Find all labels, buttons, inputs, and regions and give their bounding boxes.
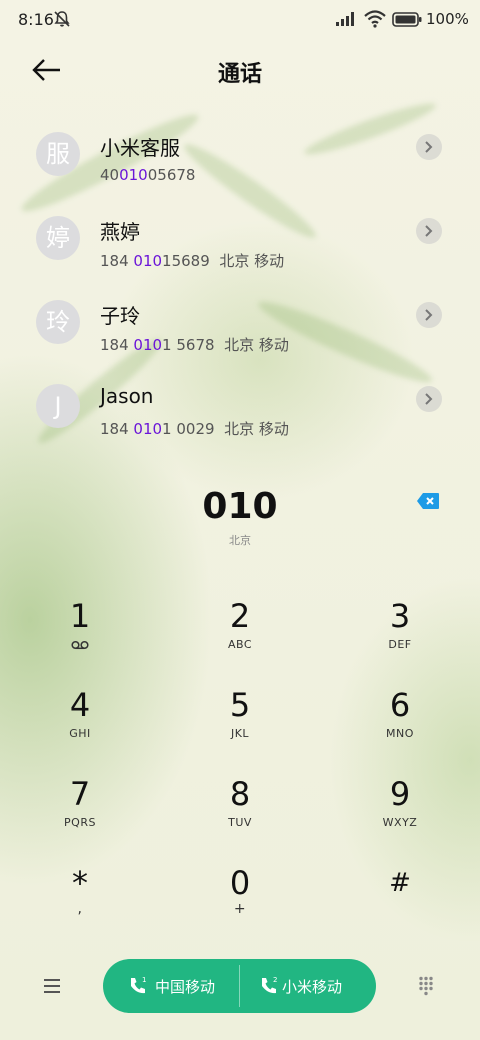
contact-item[interactable]: 服 小米客服 4001005678 <box>0 120 480 204</box>
key-digit: 7 <box>69 775 91 813</box>
contact-number: 184 0101 0029 北京 移动 <box>100 420 289 438</box>
contact-number: 184 0101 5678 北京 移动 <box>100 336 289 354</box>
number-region: 北京 <box>229 534 251 547</box>
contact-name: 小米客服 <box>100 136 180 160</box>
contact-item[interactable]: 婷 燕婷 184 01015689 北京 移动 <box>0 204 480 288</box>
contact-name: 燕婷 <box>100 220 140 244</box>
match-highlight: 010 <box>133 252 163 270</box>
contact-suggestions-list: 服 小米客服 4001005678 婷 燕婷 184 01015689 北京 移… <box>0 100 480 464</box>
dial-key-hash[interactable]: # <box>320 865 480 953</box>
call-sim1-button[interactable]: 1 中国移动 <box>103 959 239 1013</box>
contact-detail-button[interactable] <box>416 218 442 244</box>
key-letters: + <box>233 901 247 917</box>
key-letters: JKL <box>230 727 250 740</box>
call-button-group: 1 中国移动 2 小米移动 <box>103 959 376 1013</box>
key-digit: 2 <box>229 597 251 635</box>
match-highlight: 010 <box>133 420 163 438</box>
dial-key-star[interactable]: *, <box>0 865 160 953</box>
key-letters: ABC <box>227 638 253 651</box>
key-letters: MNO <box>386 727 414 740</box>
contact-detail-button[interactable] <box>416 302 442 328</box>
wifi-icon <box>364 10 386 28</box>
chevron-right-icon <box>425 393 433 405</box>
key-digit: 9 <box>389 775 411 813</box>
voicemail-icon <box>71 640 89 650</box>
key-letters: PQRS <box>64 816 96 829</box>
chevron-right-icon <box>425 225 433 237</box>
dial-key-2[interactable]: 2 ABC <box>160 598 320 686</box>
dial-key-4[interactable]: 4 GHI <box>0 687 160 775</box>
contact-location: 北京 移动 <box>224 420 289 438</box>
dial-key-3[interactable]: 3 DEF <box>320 598 480 686</box>
key-digit: 1 <box>69 597 91 635</box>
key-digit: # <box>389 868 411 898</box>
keypad-toggle-icon[interactable] <box>418 976 438 996</box>
bell-muted-icon <box>54 11 70 27</box>
contact-number: 184 01015689 北京 移动 <box>100 252 285 270</box>
signal-icon <box>336 12 354 26</box>
contact-item[interactable]: 玲 子玲 184 0101 5678 北京 移动 <box>0 288 480 372</box>
key-letters: , <box>77 901 83 917</box>
key-letters: TUV <box>228 816 252 829</box>
menu-icon[interactable] <box>42 976 62 996</box>
contact-number: 4001005678 <box>100 166 196 184</box>
key-digit: 5 <box>229 686 251 724</box>
dial-key-8[interactable]: 8 TUV <box>160 776 320 864</box>
contact-detail-button[interactable] <box>416 134 442 160</box>
contact-item[interactable]: J Jason 184 0101 0029 北京 移动 <box>0 372 480 456</box>
key-digit: * <box>72 864 88 902</box>
contact-location: 北京 移动 <box>224 336 289 354</box>
key-digit: 0 <box>229 864 251 902</box>
avatar: 服 <box>36 132 80 176</box>
key-digit: 3 <box>389 597 411 635</box>
call-sim2-button[interactable]: 2 小米移动 <box>240 959 376 1013</box>
avatar: 婷 <box>36 216 80 260</box>
chevron-right-icon <box>425 141 433 153</box>
phone-sim2-icon: 2 <box>262 976 277 994</box>
dial-key-0[interactable]: 0 + <box>160 865 320 953</box>
key-letters: WXYZ <box>382 816 418 829</box>
key-letters: GHI <box>69 727 91 740</box>
chevron-right-icon <box>425 309 433 321</box>
status-bar: 8:16 100% <box>0 0 480 40</box>
svg-text:2: 2 <box>273 976 277 984</box>
dial-key-6[interactable]: 6 MNO <box>320 687 480 775</box>
dial-key-7[interactable]: 7 PQRS <box>0 776 160 864</box>
battery-icon <box>392 12 422 27</box>
carrier-label: 小米移动 <box>282 978 343 996</box>
contact-location: 北京 移动 <box>219 252 285 270</box>
match-highlight: 010 <box>133 336 163 354</box>
dial-key-1[interactable]: 1 <box>0 598 160 686</box>
carrier-label: 中国移动 <box>155 978 216 996</box>
contact-name: Jason <box>100 384 154 408</box>
battery-percent: 100% <box>426 10 469 28</box>
avatar: 玲 <box>36 300 80 344</box>
backspace-icon[interactable] <box>416 492 440 510</box>
contact-name: 子玲 <box>100 304 140 328</box>
key-letters: DEF <box>388 638 412 651</box>
dialed-number: 010 <box>202 486 278 527</box>
key-digit: 4 <box>69 686 91 724</box>
svg-text:1: 1 <box>142 976 146 984</box>
dial-key-9[interactable]: 9 WXYZ <box>320 776 480 864</box>
avatar: J <box>36 384 80 428</box>
key-digit: 8 <box>229 775 251 813</box>
match-highlight: 010 <box>119 166 148 184</box>
status-time: 8:16 <box>18 10 54 29</box>
key-digit: 6 <box>389 686 411 724</box>
contact-detail-button[interactable] <box>416 386 442 412</box>
dial-key-5[interactable]: 5 JKL <box>160 687 320 775</box>
page-title: 通话 <box>217 62 262 87</box>
phone-sim1-icon: 1 <box>131 976 146 994</box>
